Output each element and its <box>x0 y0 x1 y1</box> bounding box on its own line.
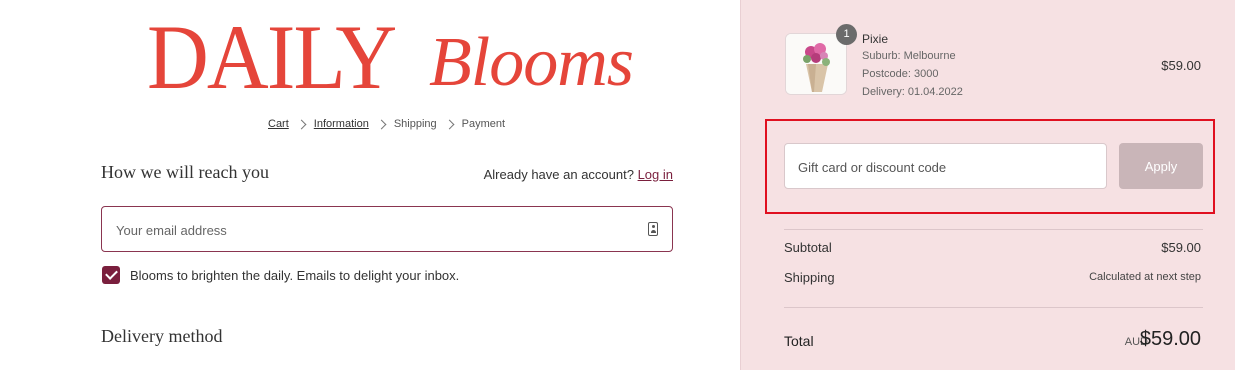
chevron-right-icon <box>376 119 387 129</box>
breadcrumb-cart[interactable]: Cart <box>268 118 289 130</box>
account-prompt-text: Already have an account? <box>483 167 634 182</box>
email-input[interactable] <box>114 207 618 253</box>
item-name: Pixie <box>862 32 889 46</box>
item-price: $59.00 <box>1161 58 1201 73</box>
discount-field[interactable] <box>784 143 1107 190</box>
divider <box>784 307 1203 308</box>
newsletter-checkbox[interactable] <box>102 266 120 284</box>
brand-logo[interactable]: DAILY Blooms <box>147 6 637 108</box>
order-summary: 1 Pixie Suburb: Melbourne Postcode: 3000… <box>740 0 1235 370</box>
email-field[interactable] <box>101 206 673 253</box>
breadcrumb-information[interactable]: Information <box>314 118 369 130</box>
breadcrumb-payment: Payment <box>461 118 506 130</box>
newsletter-label: Blooms to brighten the daily. Emails to … <box>130 268 460 283</box>
divider <box>784 229 1203 230</box>
quantity-badge: 1 <box>836 24 857 45</box>
item-delivery-date: Delivery: 01.04.2022 <box>862 86 963 98</box>
account-prompt: Already have an account? Log in <box>484 167 673 182</box>
product-thumbnail <box>785 33 847 95</box>
shipping-label: Shipping <box>784 270 835 285</box>
chevron-right-icon <box>444 119 455 129</box>
login-link[interactable]: Log in <box>638 167 673 182</box>
apply-button[interactable]: Apply <box>1119 143 1203 189</box>
contact-section-title: How we will reach you <box>101 162 269 182</box>
checkout-main: DAILY Blooms Cart Information Shipping P… <box>0 0 740 370</box>
breadcrumb-shipping: Shipping <box>393 118 437 130</box>
logo-daily: DAILY <box>147 6 397 108</box>
shipping-value: Calculated at next step <box>1089 271 1201 283</box>
breadcrumb: Cart Information Shipping Payment <box>268 118 505 130</box>
logo-blooms: Blooms <box>429 24 634 101</box>
chevron-right-icon <box>296 119 307 129</box>
subtotal-value: $59.00 <box>1161 240 1201 255</box>
contact-card-icon[interactable] <box>648 222 658 236</box>
bouquet-image <box>786 34 846 94</box>
delivery-section-title: Delivery method <box>101 326 223 346</box>
item-postcode: Postcode: 3000 <box>862 68 939 80</box>
total-value: $59.00 <box>1139 328 1201 350</box>
subtotal-label: Subtotal <box>784 240 832 255</box>
item-suburb: Suburb: Melbourne <box>862 50 956 62</box>
total-label: Total <box>784 333 814 349</box>
discount-input[interactable] <box>796 144 1090 190</box>
